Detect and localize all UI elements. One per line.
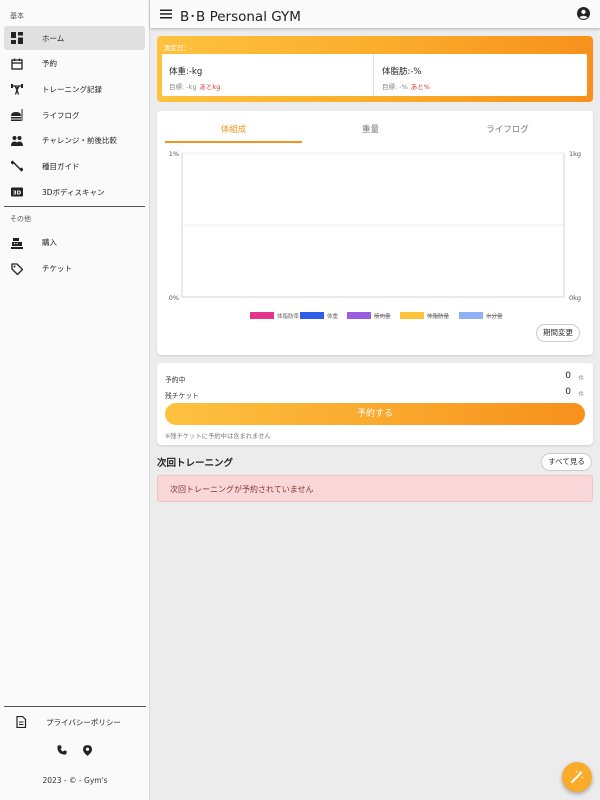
y-tick-left: 0% xyxy=(169,294,179,302)
ticket-count: 0 xyxy=(565,387,571,397)
sidebar-item-purchase[interactable]: 購入 xyxy=(4,231,145,255)
account-circle-icon[interactable] xyxy=(577,7,590,20)
svg-text:3D: 3D xyxy=(13,191,22,197)
legend-swatch xyxy=(300,312,324,319)
sidebar-item-lifelog[interactable]: ライフログ xyxy=(4,103,145,127)
sidebar-item-challenge[interactable]: チャレンジ・前後比較 xyxy=(4,129,145,153)
sidebar-item-label: 種目ガイド xyxy=(42,161,80,171)
sidebar-item-label: トレーニング記録 xyxy=(42,84,102,94)
reserved-count: 0 xyxy=(565,371,571,381)
privacy-label: プライバシーポリシー xyxy=(46,717,121,727)
chart-card: 体組成 重量 ライフログ 1% 0% 1kg 0kg 体脂肪率 体重 筋肉量 体脂肪量 水分量 … xyxy=(157,111,593,355)
weight-goal: 目標: -kg あとkg xyxy=(169,81,220,91)
ticket-unit: 件 xyxy=(578,392,584,398)
body-fat-remaining: あと% xyxy=(410,83,430,91)
sidebar-item-label: 予約 xyxy=(42,59,57,69)
sidebar-item-label: ライフログ xyxy=(42,110,80,120)
weight-cell: 体重:-kg 目標: -kg あとkg xyxy=(162,54,374,96)
copyright-text: 2023 - © - Gym's xyxy=(42,776,108,785)
dashboard-icon xyxy=(11,32,23,44)
wand-sparkle-icon xyxy=(571,770,584,783)
3d-icon: 3D xyxy=(11,187,23,197)
sidebar-item-reservation[interactable]: 予約 xyxy=(4,52,145,76)
body-fat-cell: 体脂肪:-% 目標: -% あと% xyxy=(375,54,587,96)
location-pin-icon[interactable] xyxy=(83,745,92,756)
measurement-values: 体重:-kg 目標: -kg あとkg 体脂肪:-% 目標: -% あと% xyxy=(162,54,587,96)
body-fat-goal: 目標: -% あと% xyxy=(382,81,430,91)
legend-label: 体重 xyxy=(327,312,339,320)
sidebar-item-training-record[interactable]: トレーニング記録 xyxy=(4,77,145,101)
app-title: B･B Personal GYM xyxy=(180,9,301,25)
legend-label: 体脂肪率 xyxy=(277,312,300,320)
body-fat-goal-text: 目標: -% xyxy=(382,83,408,91)
section-label-basic: 基本 xyxy=(10,12,24,20)
weight-remaining: あとkg xyxy=(199,83,221,91)
phone-icon[interactable] xyxy=(57,745,67,755)
y-tick-left: 1% xyxy=(169,150,179,158)
document-icon xyxy=(16,716,27,728)
dumbbell-icon xyxy=(11,160,23,173)
legend-swatch xyxy=(400,312,424,319)
top-app-bar: B･B Personal GYM xyxy=(150,0,600,28)
people-icon xyxy=(11,135,23,146)
section-label-other: その他 xyxy=(10,214,31,223)
weight-value: 体重:-kg xyxy=(169,67,203,77)
sidebar-item-label: 3Dボディスキャン xyxy=(42,187,105,197)
legend-swatch xyxy=(250,312,274,319)
measurement-card: 測定日：- 体重:-kg 目標: -kg あとkg 体脂肪:-% 目標: -% あと… xyxy=(157,36,593,102)
ticket-label: 残チケット xyxy=(165,392,199,400)
sidebar-item-label: 購入 xyxy=(42,238,57,248)
reserved-unit: 件 xyxy=(578,376,584,382)
sidebar-item-exercise-guide[interactable]: 種目ガイド xyxy=(4,154,145,178)
sidebar-item-label: チケット xyxy=(42,264,72,273)
body-composition-chart: 1%0%1kg0kg体脂肪率 体重 筋肉量 体脂肪量 水分量 xyxy=(169,150,581,320)
change-period-button[interactable]: 期間変更 xyxy=(536,324,580,342)
fab-button[interactable] xyxy=(562,762,592,792)
sidebar-item-home[interactable]: ホーム xyxy=(4,26,145,50)
calendar-icon xyxy=(11,58,23,70)
cash-register-icon xyxy=(11,237,23,249)
sidebar: 基本 ホーム 予約 トレーニング記録 ライフログ チャレンジ・前後比較 種目ガイ… xyxy=(0,0,150,800)
see-all-button[interactable]: すべて見る xyxy=(541,453,592,471)
reserved-label: 予約中 xyxy=(165,376,186,384)
weightlifting-icon xyxy=(11,84,23,96)
y-tick-right: 0kg xyxy=(569,294,581,302)
sidebar-item-3d-body-scan[interactable]: 3D 3Dボディスキャン xyxy=(4,180,145,204)
hamburger-menu-icon[interactable] xyxy=(160,8,172,20)
body-fat-value: 体脂肪:-% xyxy=(382,67,422,77)
sidebar-item-ticket[interactable]: チケット xyxy=(4,257,145,281)
no-training-alert: 次回トレーニングが予約されていません xyxy=(157,475,593,502)
meal-icon xyxy=(11,109,23,122)
y-tick-right: 1kg xyxy=(569,150,581,158)
weight-goal-text: 目標: -kg xyxy=(169,83,197,91)
no-training-message: 次回トレーニングが予約されていません xyxy=(170,485,314,494)
measurement-date: 測定日：- xyxy=(164,44,193,52)
legend-swatch xyxy=(459,312,483,319)
contact-icons xyxy=(0,744,150,758)
legend-swatch xyxy=(347,312,371,319)
sidebar-item-label: ホーム xyxy=(42,33,65,43)
reserve-button[interactable]: 予約する xyxy=(165,403,585,425)
reservation-card: 予約中 0 件 残チケット 0 件 予約する ※残チケットに予約中は含まれません xyxy=(157,363,593,445)
ticket-note: ※残チケットに予約中は含まれません xyxy=(165,433,271,440)
sidebar-bottom-divider xyxy=(4,706,146,707)
sidebar-item-label: チャレンジ・前後比較 xyxy=(42,136,117,146)
privacy-policy-link[interactable]: プライバシーポリシー xyxy=(8,710,150,734)
next-training-title: 次回トレーニング xyxy=(157,458,234,469)
tag-icon xyxy=(11,262,23,275)
